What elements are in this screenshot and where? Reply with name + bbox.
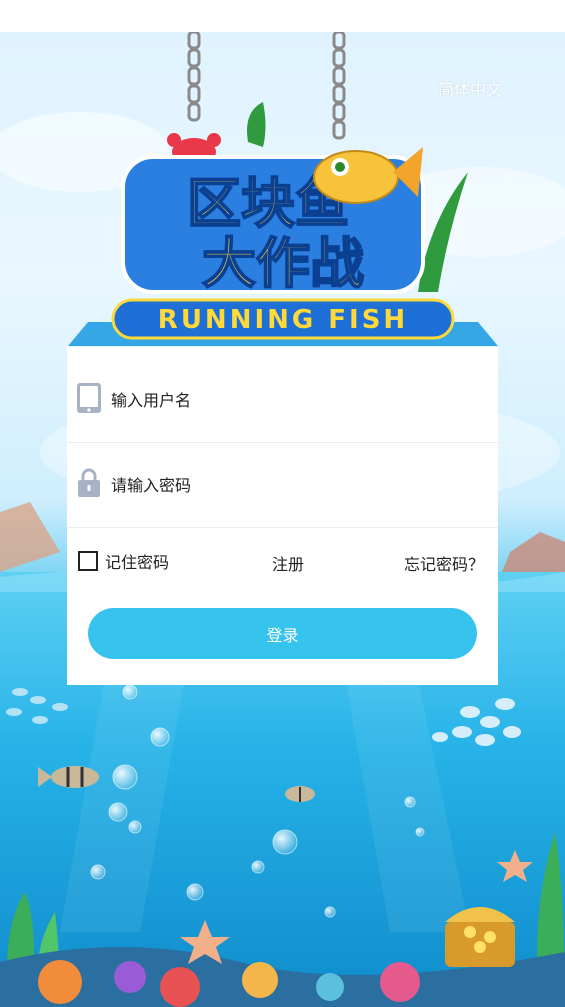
logo-subtitle: RUNNING FISH [158, 305, 408, 335]
logo-title-line2: 大作战 [202, 232, 364, 295]
background-scene: 简体中文 区块鱼 大作战 RUNNING FISH 输入用户名 记住密码 注册 … [0, 32, 565, 1007]
login-button[interactable]: 登录 [88, 608, 477, 659]
username-row [67, 359, 498, 443]
status-bar [0, 0, 565, 32]
forgot-password-link[interactable]: 忘记密码？ [404, 551, 484, 575]
remember-password[interactable]: 记住密码 [78, 549, 169, 573]
remember-checkbox[interactable] [78, 551, 98, 571]
phone-icon [77, 383, 101, 413]
remember-label: 记住密码 [105, 553, 170, 572]
lock-icon [78, 468, 100, 497]
password-input[interactable] [111, 470, 481, 500]
username-input[interactable] [111, 385, 481, 415]
password-row [67, 444, 498, 528]
options-row: 记住密码 注册 忘记密码？ [67, 529, 498, 589]
register-link[interactable]: 注册 [272, 551, 304, 575]
login-form: 记住密码 注册 忘记密码？ 登录 [67, 347, 498, 685]
game-logo: 区块鱼 大作战 RUNNING FISH [68, 32, 498, 346]
